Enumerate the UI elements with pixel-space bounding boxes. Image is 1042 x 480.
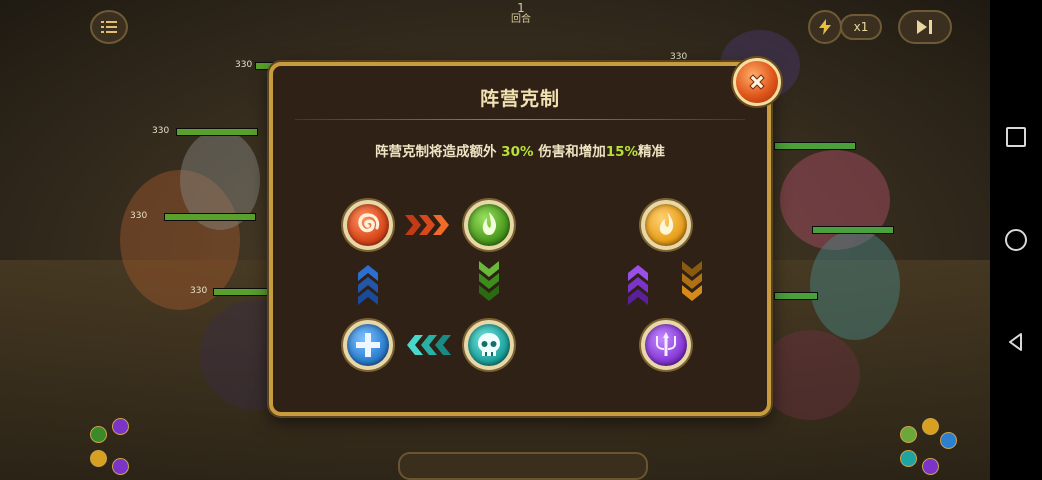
hp-bar [774,142,856,150]
skull-icon [478,333,500,356]
hp-bar [164,213,256,221]
circle-icon [1005,229,1027,251]
dialog-title: 阵营克制 [479,88,560,110]
close-icon [749,74,765,90]
mini-faction-icon [922,458,939,475]
hp-bar [812,226,894,234]
hp-value: 330 [235,60,253,70]
hp-value: 330 [190,286,208,296]
mini-faction-icon [112,418,129,435]
close-button[interactable] [733,58,781,106]
turn-label: 回合 [511,14,531,25]
hp-bar [213,288,270,296]
turn-counter: 1 回合 [503,2,539,26]
accuracy-percent: 15% [605,144,639,160]
skip-icon [917,20,932,34]
square-icon [1006,127,1026,147]
energy-bar [398,452,648,480]
speed-button[interactable]: x1 [840,14,882,40]
turn-number: 1 [517,1,525,15]
arrow-undead-to-water [407,335,451,355]
damage-percent: 30% [501,144,534,160]
undead-faction-orb [464,320,514,370]
enemy-silhouette [810,230,900,340]
hp-value: 330 [152,126,170,136]
fire-faction-orb [343,200,393,250]
dialog-description: 阵营克制将造成额外 30% 伤害和增加15%精准 [273,140,767,160]
fire-swirl-icon [358,213,380,233]
skip-button[interactable] [898,10,952,44]
light-flame-icon [659,212,674,235]
faction-wheel-right [894,418,974,480]
back-triangle-icon [1009,333,1022,351]
mini-faction-icon [922,418,939,435]
menu-button[interactable] [90,10,128,44]
mini-faction-icon [900,426,917,443]
trident-icon [656,332,676,356]
arrow-nature-to-undead [479,261,499,301]
hp-value: 330 [670,52,688,62]
hp-value: 330 [130,211,148,221]
leaf-flame-icon [482,212,497,235]
desc-text: 伤害和增加 [533,144,606,160]
arrow-light-to-dark [682,261,702,301]
hp-bar [176,128,258,136]
faction-wheel-left [82,418,162,480]
home-button[interactable] [996,220,1036,260]
mini-faction-icon [90,450,107,467]
arrow-dark-to-light [628,265,648,305]
mini-faction-icon [90,426,107,443]
back-button[interactable] [996,322,1036,362]
enemy-silhouette [760,330,860,420]
desc-text: 精准 [638,144,666,160]
auto-skill-button[interactable] [808,10,842,44]
mini-faction-icon [940,432,957,449]
system-nav-bar [990,0,1042,480]
lightning-icon [819,19,831,35]
dark-faction-orb [641,320,691,370]
hp-bar [774,292,818,300]
nature-faction-orb [464,200,514,250]
title-divider [295,119,745,120]
speed-label: x1 [853,20,869,34]
water-faction-orb [343,320,393,370]
faction-advantage-dialog: 阵营克制 阵营克制将造成额外 30% 伤害和增加15%精准 [269,62,771,416]
arrow-fire-to-water [358,265,378,305]
recents-button[interactable] [996,117,1036,157]
cross-icon [356,333,380,357]
list-icon [101,21,117,33]
desc-text: 阵营克制将造成额外 [374,144,502,160]
mini-faction-icon [900,450,917,467]
arrow-fire-to-nature [405,215,449,235]
light-faction-orb [641,200,691,250]
mini-faction-icon [112,458,129,475]
